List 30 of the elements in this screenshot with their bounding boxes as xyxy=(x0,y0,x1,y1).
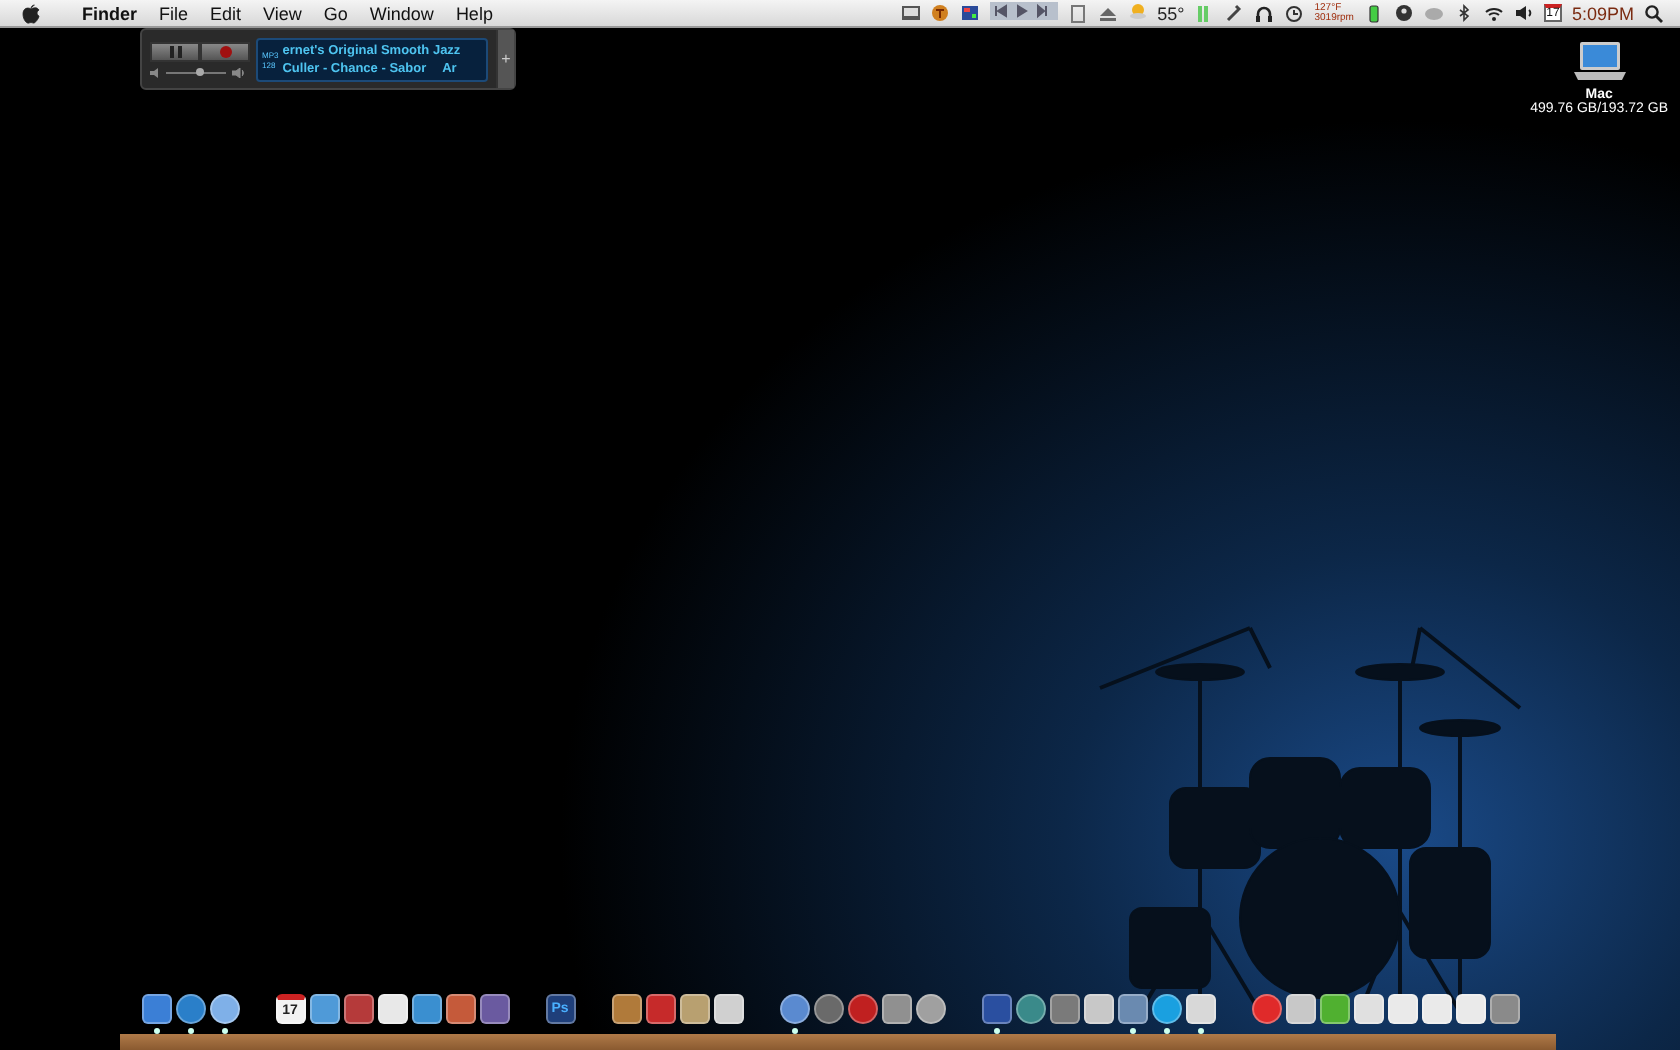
volume-high-icon xyxy=(232,67,246,77)
record-button[interactable] xyxy=(200,41,250,61)
app-menu[interactable]: Finder xyxy=(82,3,138,23)
search-icon[interactable] xyxy=(1644,3,1664,23)
menu-item[interactable]: View xyxy=(263,3,302,23)
menu-item[interactable]: Go xyxy=(323,3,348,23)
apple-menu-icon[interactable] xyxy=(22,3,40,23)
headphones-icon[interactable] xyxy=(1254,3,1275,23)
laptop-icon[interactable] xyxy=(1571,40,1628,84)
volume-icon[interactable] xyxy=(1513,3,1534,23)
volume-low-icon xyxy=(150,67,160,77)
menu-item[interactable]: Edit xyxy=(210,3,242,23)
pause-button[interactable] xyxy=(150,41,200,61)
media-controls[interactable] xyxy=(989,2,1058,24)
menu-item[interactable]: File xyxy=(159,3,189,23)
pause-icon xyxy=(169,45,181,57)
menu-item[interactable]: Window xyxy=(369,3,434,23)
menu-clock[interactable]: 5:09PM xyxy=(1571,3,1634,23)
battery-icon[interactable] xyxy=(1363,3,1384,23)
clipboard-icon[interactable] xyxy=(1067,3,1088,23)
wrench-icon[interactable] xyxy=(1224,3,1245,23)
grid-icon[interactable] xyxy=(959,3,980,23)
eject-icon[interactable] xyxy=(1097,3,1118,23)
wifi-icon[interactable] xyxy=(1483,3,1504,23)
record-icon xyxy=(219,45,231,57)
expand-button[interactable]: + xyxy=(496,30,514,88)
slider-thumb[interactable] xyxy=(195,67,203,75)
menu-item[interactable]: Help xyxy=(455,3,493,23)
temperature-text: 55° xyxy=(1157,3,1185,23)
round-badge-icon[interactable] xyxy=(929,3,950,23)
